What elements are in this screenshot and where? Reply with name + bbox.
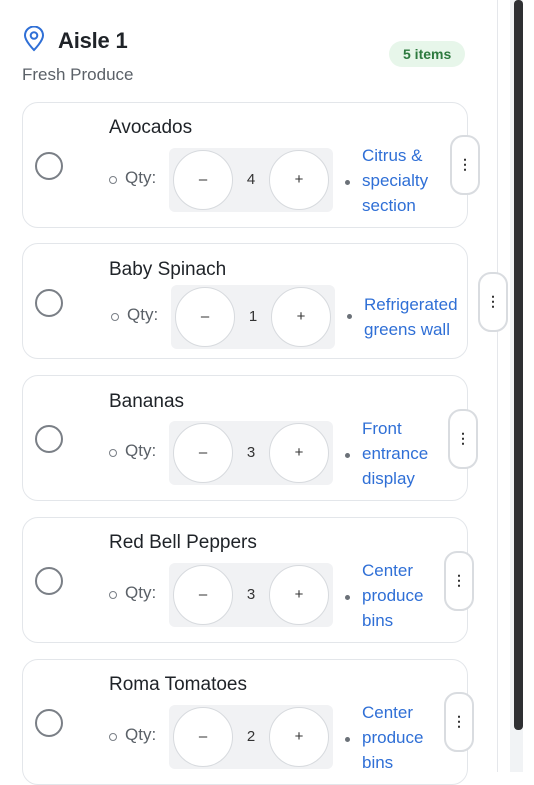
location-line: Refrigerated bbox=[364, 295, 458, 314]
decrement-button[interactable]: – bbox=[175, 287, 235, 347]
more-options-button[interactable]: ⋮ bbox=[478, 272, 508, 332]
qty-label: Qty: bbox=[125, 725, 157, 744]
item-checkbox[interactable] bbox=[35, 709, 63, 737]
list-item: Baby Spinach Qty: – 1 + Refrigerated gre… bbox=[22, 243, 468, 359]
bullet-icon bbox=[109, 733, 117, 741]
increment-button[interactable]: + bbox=[269, 707, 329, 767]
more-options-button[interactable]: ⋮ bbox=[444, 692, 474, 752]
bullet-icon bbox=[109, 591, 117, 599]
location-line: Center bbox=[362, 561, 414, 580]
separator-dot bbox=[347, 314, 352, 319]
decrement-button[interactable]: – bbox=[173, 150, 233, 210]
separator-dot bbox=[345, 453, 350, 458]
item-name: Roma Tomatoes bbox=[109, 674, 247, 695]
item-count-badge: 5 items bbox=[389, 41, 466, 67]
location-line: specialty bbox=[362, 171, 429, 190]
item-checkbox[interactable] bbox=[35, 425, 63, 453]
quantity-value: 3 bbox=[246, 586, 256, 603]
location-line: produce bbox=[362, 586, 424, 605]
decrement-button[interactable]: – bbox=[173, 707, 233, 767]
separator-dot bbox=[345, 180, 350, 185]
quantity-value: 2 bbox=[246, 728, 256, 745]
aisle-title: Aisle 1 bbox=[58, 28, 128, 53]
quantity-stepper: – 1 + bbox=[171, 285, 335, 349]
qty-label: Qty: bbox=[125, 168, 157, 187]
location-line: entrance bbox=[362, 444, 429, 463]
decrement-button[interactable]: – bbox=[173, 423, 233, 483]
list-item: Avocados Qty: – 4 + Citrus & specialty s… bbox=[22, 102, 468, 228]
panel-divider bbox=[497, 0, 498, 772]
more-options-button[interactable]: ⋮ bbox=[450, 135, 480, 195]
decrement-button[interactable]: – bbox=[173, 565, 233, 625]
item-location-link[interactable]: Front entrance display bbox=[362, 416, 428, 491]
qty-label: Qty: bbox=[127, 305, 159, 324]
item-name: Avocados bbox=[109, 117, 193, 138]
location-line: Citrus & bbox=[362, 146, 423, 165]
location-line: produce bbox=[362, 728, 424, 747]
item-name: Baby Spinach bbox=[109, 259, 227, 280]
increment-button[interactable]: + bbox=[271, 287, 331, 347]
qty-label: Qty: bbox=[125, 583, 157, 602]
item-name: Red Bell Peppers bbox=[109, 532, 257, 553]
window-edge bbox=[523, 0, 534, 772]
more-options-button[interactable]: ⋮ bbox=[448, 409, 478, 469]
quantity-value: 1 bbox=[248, 308, 258, 325]
item-location-link[interactable]: Citrus & specialty section bbox=[362, 143, 428, 218]
list-item: Bananas Qty: – 3 + Front entrance displa… bbox=[22, 375, 468, 501]
item-name: Bananas bbox=[109, 391, 185, 412]
quantity-stepper: – 3 + bbox=[169, 421, 333, 485]
separator-dot bbox=[345, 595, 350, 600]
location-line: greens wall bbox=[364, 320, 450, 339]
item-checkbox[interactable] bbox=[35, 567, 63, 595]
bullet-icon bbox=[109, 449, 117, 457]
increment-button[interactable]: + bbox=[269, 150, 329, 210]
quantity-stepper: – 4 + bbox=[169, 148, 333, 212]
item-checkbox[interactable] bbox=[35, 289, 63, 317]
location-pin-icon bbox=[23, 26, 45, 52]
item-location-link[interactable]: Center produce bins bbox=[362, 700, 423, 775]
aisle-subtitle: Fresh Produce bbox=[22, 65, 134, 84]
location-line: bins bbox=[362, 753, 394, 772]
bullet-icon bbox=[111, 313, 119, 321]
quantity-stepper: – 2 + bbox=[169, 705, 333, 769]
location-line: Front bbox=[362, 419, 402, 438]
scrollbar-thumb[interactable] bbox=[514, 0, 523, 730]
bullet-icon bbox=[109, 176, 117, 184]
location-line: bins bbox=[362, 611, 394, 630]
increment-button[interactable]: + bbox=[269, 565, 329, 625]
location-line: display bbox=[362, 469, 415, 488]
more-options-button[interactable]: ⋮ bbox=[444, 551, 474, 611]
separator-dot bbox=[345, 737, 350, 742]
quantity-value: 4 bbox=[246, 171, 256, 188]
location-line: Center bbox=[362, 703, 414, 722]
quantity-value: 3 bbox=[246, 444, 256, 461]
item-location-link[interactable]: Center produce bins bbox=[362, 558, 423, 633]
list-item: Roma Tomatoes Qty: – 2 + Center produce … bbox=[22, 659, 468, 785]
quantity-stepper: – 3 + bbox=[169, 563, 333, 627]
item-location-link[interactable]: Refrigerated greens wall bbox=[364, 292, 458, 342]
increment-button[interactable]: + bbox=[269, 423, 329, 483]
list-item: Red Bell Peppers Qty: – 3 + Center produ… bbox=[22, 517, 468, 643]
item-checkbox[interactable] bbox=[35, 152, 63, 180]
qty-label: Qty: bbox=[125, 441, 157, 460]
location-line: section bbox=[362, 196, 416, 215]
